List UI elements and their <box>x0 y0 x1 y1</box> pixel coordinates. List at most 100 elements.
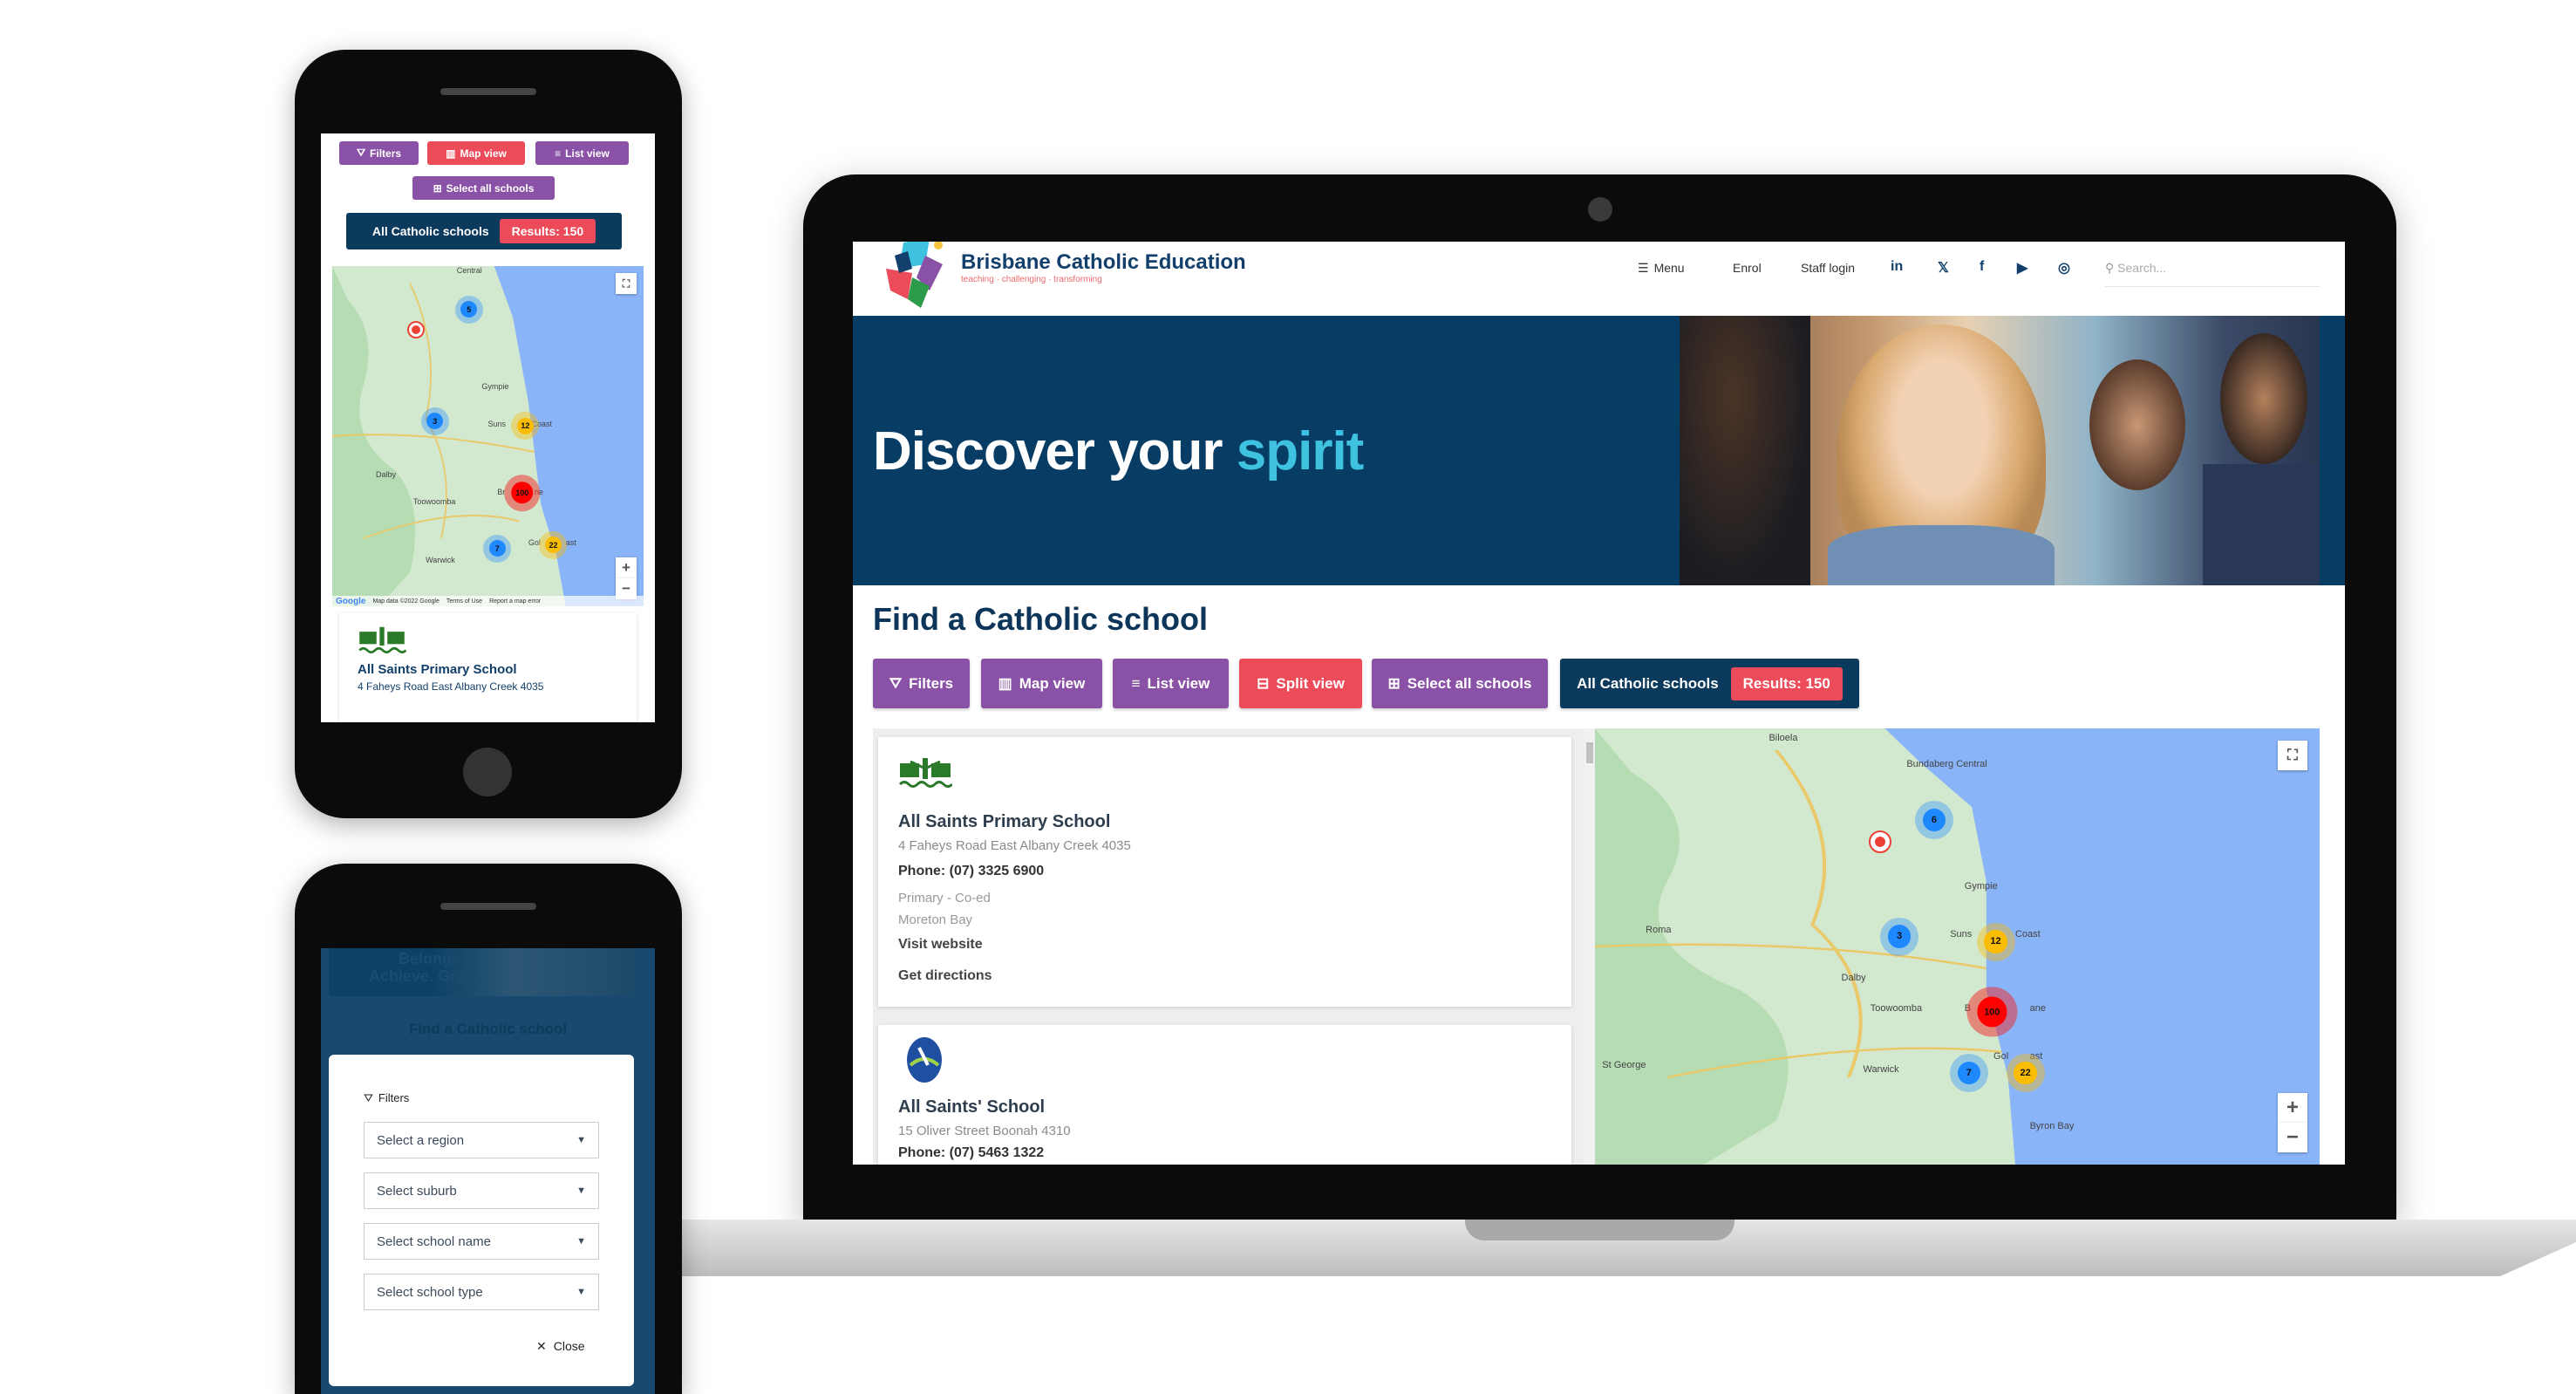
site-header: Brisbane Catholic Education teaching · c… <box>853 242 2345 316</box>
map-cluster[interactable]: 100 <box>1966 987 2017 1037</box>
map-place-label: Dalby <box>1841 973 1866 983</box>
bce-logo-icon[interactable] <box>877 242 956 311</box>
map-place-label: Gol <box>1993 1051 2009 1062</box>
get-directions-link[interactable]: Get directions <box>898 968 992 984</box>
split-view-button[interactable]: ⊟ Split view <box>1239 659 1362 708</box>
map-tiles <box>1595 728 2320 1165</box>
filters-button[interactable]: ⛛ Filters <box>339 141 419 165</box>
map-view-button[interactable]: ▥ Map view <box>981 659 1102 708</box>
region-select-value: Select a region <box>377 1132 465 1148</box>
school-map[interactable]: Central Gympie Suns Coast Dalby Toowoomba Warw… <box>332 266 644 606</box>
all-schools-label: All Catholic schools <box>1577 674 1719 692</box>
fullscreen-icon[interactable]: ⛶ <box>2278 741 2307 770</box>
map-pin-icon[interactable] <box>1869 830 1892 853</box>
grid-icon: ⊞ <box>433 181 442 195</box>
select-all-label: Select all schools <box>446 181 535 195</box>
map-cluster[interactable]: 5 <box>454 295 483 324</box>
youtube-icon[interactable]: ▶ <box>2017 259 2027 277</box>
map-cluster[interactable]: 12 <box>511 412 540 441</box>
terms-link[interactable]: Terms of Use <box>446 598 482 605</box>
suburb-select-value: Select suburb <box>377 1183 457 1199</box>
zoom-out-button[interactable]: − <box>2278 1123 2307 1152</box>
results-badge: Results: 150 <box>1730 666 1843 700</box>
list-scrollbar[interactable] <box>1584 728 1595 1165</box>
map-place-label: Gympie <box>481 381 509 391</box>
zoom-in-button[interactable]: + <box>616 557 637 578</box>
list-icon: ≡ <box>1131 674 1141 692</box>
map-cluster[interactable]: 6 <box>1914 801 1953 839</box>
grid-icon: ⊞ <box>1387 674 1400 692</box>
map-cluster[interactable]: 7 <box>483 534 512 563</box>
school-name-select[interactable]: Select school name ▼ <box>364 1223 599 1260</box>
map-place-label: ane <box>2029 1003 2046 1014</box>
filter-icon: ⛛ <box>356 147 366 159</box>
chevron-down-icon: ▼ <box>576 1287 586 1297</box>
instagram-icon[interactable]: ◎ <box>2058 259 2070 277</box>
filters-label: Filters <box>909 674 954 692</box>
school-card[interactable]: All Saints' School 15 Oliver Street Boon… <box>878 1025 1571 1165</box>
suburb-select[interactable]: Select suburb ▼ <box>364 1172 599 1209</box>
nav-enrol[interactable]: Enrol <box>1733 261 1762 275</box>
menu-button[interactable]: ☰ Menu <box>1638 261 1685 276</box>
map-pin-icon[interactable] <box>407 320 426 338</box>
phone-speaker <box>440 88 536 95</box>
filters-button[interactable]: ⛛ Filters <box>873 659 970 708</box>
report-map-error-link[interactable]: Report a map error <box>489 598 541 605</box>
zoom-in-button[interactable]: + <box>2278 1093 2307 1123</box>
school-card[interactable]: All Saints Primary School 4 Faheys Road … <box>878 737 1571 1007</box>
close-button[interactable]: ✕ Close <box>536 1339 585 1354</box>
fullscreen-icon[interactable]: ⛶ <box>616 273 637 294</box>
map-view-label: Map view <box>460 147 507 160</box>
page-title: Find a Catholic school <box>873 601 1209 637</box>
hero-text: Belong. <box>399 950 456 967</box>
laptop-notch <box>1465 1220 1734 1240</box>
map-place-label: Coast <box>2014 929 2041 940</box>
school-card[interactable]: All Saints Primary School 4 Faheys Road … <box>339 613 637 722</box>
map-cluster[interactable]: 7 <box>1949 1054 1988 1092</box>
list-view-button[interactable]: ≡ List view <box>1113 659 1229 708</box>
select-all-button[interactable]: ⊞ Select all schools <box>1372 659 1548 708</box>
region-select[interactable]: Select a region ▼ <box>364 1122 599 1158</box>
chevron-down-icon: ▼ <box>576 1135 586 1145</box>
map-place-label: Biloela <box>1768 733 1798 743</box>
google-logo: Google <box>336 596 366 606</box>
school-name[interactable]: All Saints' School <box>898 1097 1045 1117</box>
linkedin-icon[interactable]: in <box>1891 259 1903 275</box>
school-type-select[interactable]: Select school type ▼ <box>364 1274 599 1310</box>
map-cluster[interactable]: 3 <box>420 407 449 435</box>
camera <box>1588 197 1612 222</box>
map-place-label: Warwick <box>1863 1064 1899 1075</box>
split-icon: ⊟ <box>1257 674 1270 692</box>
school-name-select-value: Select school name <box>377 1233 491 1249</box>
brand-name[interactable]: Brisbane Catholic Education <box>961 250 1246 275</box>
nav-staff-login[interactable]: Staff login <box>1801 261 1855 275</box>
map-cluster[interactable]: 12 <box>1976 922 2015 961</box>
map-cluster[interactable]: 100 <box>503 475 541 511</box>
school-map[interactable]: Biloela Bundaberg Central Gympie Roma Suns Co… <box>1595 728 2320 1165</box>
list-view-button[interactable]: ≡ List view <box>535 141 629 165</box>
school-name[interactable]: All Saints Primary School <box>358 662 517 677</box>
school-name[interactable]: All Saints Primary School <box>898 812 1110 832</box>
school-logo-icon <box>907 1037 942 1083</box>
twitter-icon[interactable]: 𝕏 <box>1938 259 1949 277</box>
split-view-label: Split view <box>1276 674 1345 692</box>
map-place-label: ast <box>565 538 576 547</box>
map-cluster[interactable]: 22 <box>539 530 568 559</box>
facebook-icon[interactable]: f <box>1980 259 1984 275</box>
school-address: 4 Faheys Road East Albany Creek 4035 <box>898 838 1131 853</box>
select-all-button[interactable]: ⊞ Select all schools <box>412 176 555 200</box>
results-badge: Results: 150 <box>499 219 596 243</box>
map-cluster[interactable]: 3 <box>1880 917 1919 956</box>
brand-tagline: teaching · challenging · transforming <box>961 275 1102 284</box>
search-input[interactable]: ⚲ Search... <box>2105 257 2320 287</box>
laptop-screen: Brisbane Catholic Education teaching · c… <box>853 242 2345 1165</box>
chevron-down-icon: ▼ <box>576 1186 586 1196</box>
filter-icon: ⛛ <box>889 674 903 692</box>
map-view-button[interactable]: ▥ Map view <box>427 141 525 165</box>
filters-heading: ⛛ Filters <box>364 1091 409 1105</box>
hero-title: Discover your spirit <box>873 420 1364 482</box>
map-cluster[interactable]: 22 <box>2006 1054 2045 1092</box>
phone-speaker <box>440 903 536 910</box>
visit-website-link[interactable]: Visit website <box>898 937 983 953</box>
school-phone: Phone: (07) 3325 6900 <box>898 864 1045 878</box>
